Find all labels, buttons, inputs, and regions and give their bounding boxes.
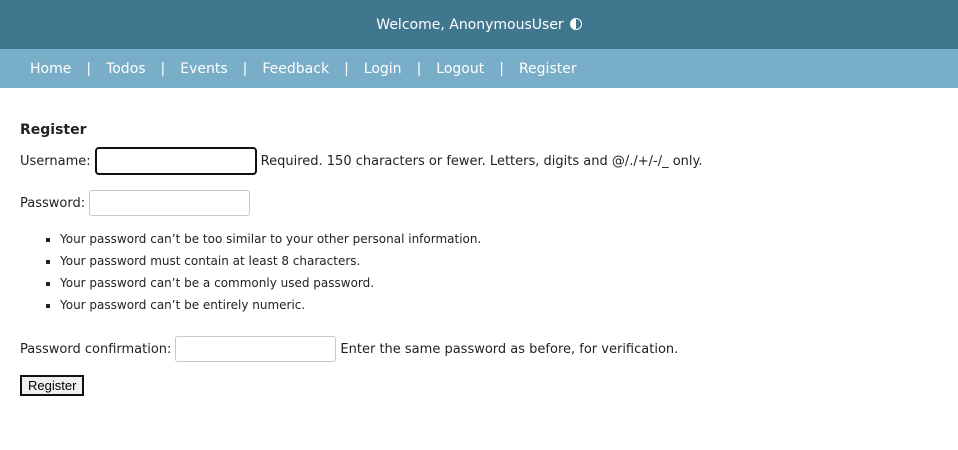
register-button[interactable]: Register — [20, 375, 85, 396]
nav-todos-link[interactable]: Todos — [106, 61, 145, 77]
password-confirmation-help-text: Enter the same password as before, for v… — [340, 341, 679, 357]
password-input[interactable] — [89, 190, 251, 216]
username-label: Username: — [20, 153, 91, 169]
main-content: Register Username: Required. 150 charact… — [0, 88, 958, 396]
nav-separator: | — [344, 60, 349, 77]
password-confirmation-input[interactable] — [175, 336, 337, 362]
password-rule-item: Your password can’t be too similar to yo… — [60, 231, 938, 253]
password-label: Password: — [20, 195, 86, 211]
password-confirmation-row: Password confirmation: Enter the same pa… — [20, 335, 938, 363]
nav-login-link[interactable]: Login — [364, 61, 402, 77]
register-form: Username: Required. 150 characters or fe… — [20, 147, 938, 396]
nav-feedback-link[interactable]: Feedback — [262, 61, 329, 77]
password-row: Password: — [20, 189, 938, 217]
password-rule-item: Your password must contain at least 8 ch… — [60, 253, 938, 275]
contrast-icon[interactable] — [569, 17, 582, 30]
nav-separator: | — [416, 60, 422, 77]
nav-separator: | — [499, 60, 504, 77]
username-help-text: Required. 150 characters or fewer. Lette… — [260, 153, 703, 169]
welcome-area: Welcome, AnonymousUser — [376, 16, 582, 33]
welcome-text: Welcome, AnonymousUser — [376, 16, 564, 33]
username-input[interactable] — [94, 147, 257, 175]
nav-logout-link[interactable]: Logout — [436, 61, 484, 77]
nav-separator: | — [160, 60, 166, 77]
main-nav: Home | Todos | Events | Feedback | Login… — [0, 49, 958, 88]
nav-events-link[interactable]: Events — [180, 61, 227, 77]
nav-separator: | — [86, 60, 92, 77]
password-rules-list: Your password can’t be too similar to yo… — [20, 231, 938, 319]
password-rule-item: Your password can’t be entirely numeric. — [60, 297, 938, 319]
nav-home-link[interactable]: Home — [30, 61, 71, 77]
page-title: Register — [20, 122, 87, 138]
nav-register-link[interactable]: Register — [519, 61, 577, 77]
site-header: Welcome, AnonymousUser — [0, 0, 958, 49]
password-rule-item: Your password can’t be a commonly used p… — [60, 275, 938, 297]
username-row: Username: Required. 150 characters or fe… — [20, 147, 938, 175]
password-confirmation-label: Password confirmation: — [20, 341, 172, 357]
nav-separator: | — [242, 60, 248, 77]
